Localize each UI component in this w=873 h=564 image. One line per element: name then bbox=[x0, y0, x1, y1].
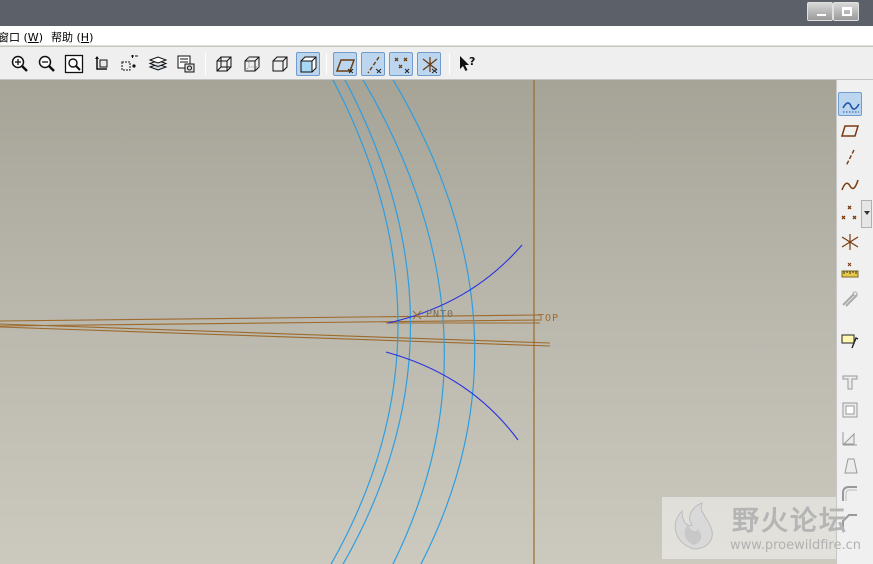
datum-point-marker bbox=[412, 310, 422, 320]
model-geometry bbox=[0, 80, 551, 564]
sketch-datum-curve-icon bbox=[842, 102, 860, 113]
minimize-icon bbox=[817, 14, 826, 16]
shading-icon bbox=[300, 56, 317, 73]
datum-curve-button[interactable] bbox=[838, 173, 862, 197]
layers-button[interactable] bbox=[146, 52, 170, 76]
menu-window[interactable]: 窗口 (W) bbox=[0, 29, 43, 45]
datum-point-button[interactable] bbox=[838, 202, 862, 226]
extrude-button[interactable] bbox=[838, 370, 862, 394]
reorient-button[interactable] bbox=[90, 52, 114, 76]
datum-axis-button[interactable] bbox=[838, 146, 862, 170]
draft-icon bbox=[844, 458, 858, 474]
datum-plane-label: TOP bbox=[538, 313, 560, 324]
sketch-datum-curve-button[interactable] bbox=[838, 92, 862, 116]
no-hidden-button[interactable] bbox=[268, 52, 292, 76]
layers-icon bbox=[148, 56, 168, 71]
view-manager-icon bbox=[177, 55, 195, 73]
datum-plane-top-line bbox=[0, 323, 551, 344]
analysis-feature-button[interactable] bbox=[838, 259, 862, 283]
watermark-url: www.proewildfire.cn bbox=[730, 538, 861, 553]
shading-button[interactable] bbox=[296, 52, 320, 76]
chevron-down-icon bbox=[864, 211, 870, 215]
whats-this-button[interactable]: ? bbox=[455, 52, 479, 76]
datum-curve-icon bbox=[841, 179, 859, 191]
datum-axes-display-icon bbox=[367, 56, 382, 74]
datum-planes-display-icon bbox=[336, 59, 356, 74]
point-display-icon bbox=[394, 57, 410, 74]
extrude-icon bbox=[842, 375, 858, 390]
datum-plane-top-line bbox=[0, 314, 541, 322]
view-manager-button[interactable] bbox=[174, 52, 198, 76]
toolbar-separator bbox=[449, 53, 450, 75]
flame-logo-icon bbox=[674, 502, 713, 550]
datum-csys-button[interactable] bbox=[838, 230, 862, 254]
refit-icon bbox=[64, 54, 84, 74]
sketch-button[interactable] bbox=[838, 328, 862, 352]
spin-center-icon bbox=[121, 55, 138, 71]
draft-button[interactable] bbox=[838, 454, 862, 478]
no-hidden-icon bbox=[272, 56, 288, 72]
hidden-line-button[interactable] bbox=[240, 52, 264, 76]
hidden-line-icon bbox=[244, 56, 260, 72]
feature-toolbar bbox=[836, 80, 873, 564]
sketch-curve bbox=[385, 351, 519, 441]
minimize-button[interactable] bbox=[807, 2, 833, 21]
shell-button[interactable] bbox=[838, 398, 862, 422]
datum-csys-icon bbox=[841, 234, 859, 250]
datum-point-icon bbox=[841, 205, 857, 220]
toolbar-separator bbox=[326, 53, 327, 75]
rib-icon bbox=[842, 432, 857, 446]
view-toolbar: ? bbox=[0, 47, 873, 80]
insert-reference-button[interactable] bbox=[838, 287, 862, 311]
csys-display-icon bbox=[422, 57, 438, 74]
menu-bar: 窗口 (W) 帮助 (H) bbox=[0, 26, 873, 46]
datum-planes-display-button[interactable] bbox=[333, 52, 357, 76]
graphics-viewport[interactable]: PNT0 TOP bbox=[0, 80, 836, 564]
shell-icon bbox=[842, 402, 858, 418]
title-bar bbox=[0, 0, 873, 26]
whats-this-icon: ? bbox=[460, 55, 475, 71]
toolbar-flyout[interactable] bbox=[861, 200, 872, 228]
datum-plane-icon bbox=[840, 125, 860, 137]
csys-display-button[interactable] bbox=[417, 52, 441, 76]
analysis-feature-icon bbox=[841, 262, 859, 278]
sketch-icon bbox=[841, 334, 859, 349]
datum-point-label: PNT0 bbox=[426, 309, 455, 320]
wireframe-icon bbox=[216, 56, 232, 72]
insert-reference-icon bbox=[842, 291, 858, 307]
reorient-icon bbox=[95, 56, 108, 70]
zoom-in-icon bbox=[11, 55, 28, 72]
forum-watermark: 野火论坛 www.proewildfire.cn bbox=[662, 497, 861, 559]
watermark-title: 野火论坛 bbox=[732, 506, 848, 537]
toolbar-separator bbox=[205, 53, 206, 75]
zoom-in-button[interactable] bbox=[8, 52, 32, 76]
rib-button[interactable] bbox=[838, 426, 862, 450]
point-display-button[interactable] bbox=[389, 52, 413, 76]
datum-axes-display-button[interactable] bbox=[361, 52, 385, 76]
spin-center-button[interactable] bbox=[118, 52, 142, 76]
datum-plane-top-line bbox=[0, 326, 551, 347]
zoom-out-button[interactable] bbox=[35, 52, 59, 76]
restore-icon bbox=[842, 7, 852, 16]
datum-axis-icon bbox=[845, 149, 855, 167]
restore-button[interactable] bbox=[833, 2, 859, 21]
menu-help[interactable]: 帮助 (H) bbox=[51, 29, 93, 45]
refit-button[interactable] bbox=[62, 52, 86, 76]
svg-text:?: ? bbox=[469, 55, 475, 68]
datum-plane-button[interactable] bbox=[838, 119, 862, 143]
wireframe-button[interactable] bbox=[212, 52, 236, 76]
zoom-out-icon bbox=[38, 55, 55, 72]
